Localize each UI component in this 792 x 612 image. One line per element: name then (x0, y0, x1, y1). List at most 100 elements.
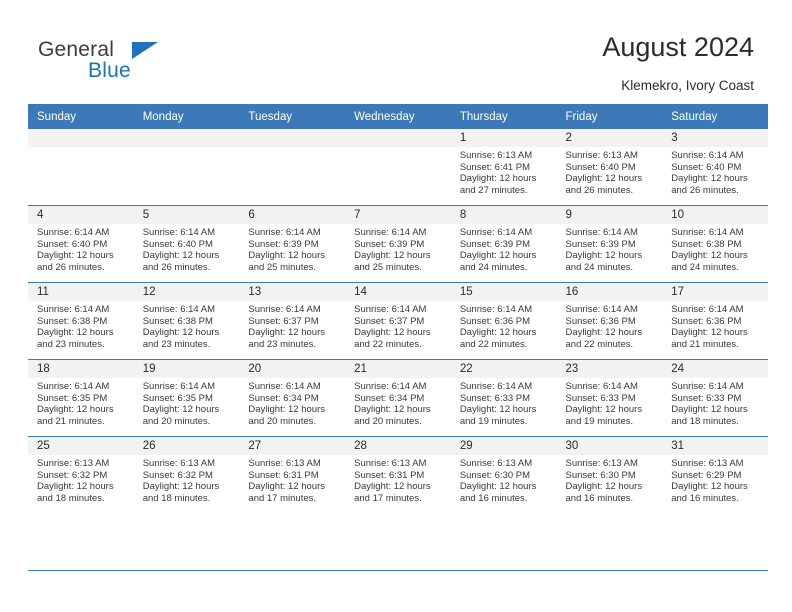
calendar-day-cell[interactable]: 23 Sunrise: 6:14 AM Sunset: 6:33 PM Dayligh… (556, 359, 663, 437)
daylight-text: Daylight: 12 hours (671, 250, 748, 262)
day-number: 18 (28, 360, 134, 378)
daylight-text: Daylight: 12 hours (459, 250, 537, 262)
day-number (133, 129, 240, 147)
daylight-text: Daylight: 12 hours (142, 404, 220, 416)
calendar-day-cell[interactable]: 6 Sunrise: 6:14 AM Sunset: 6:39 PM Daylight… (239, 205, 346, 283)
calendar-day-cell[interactable]: 15 Sunrise: 6:14 AM Sunset: 6:36 PM Dayligh… (450, 282, 557, 360)
day-details: Sunrise: 6:14 AM Sunset: 6:34 PM Daylight:… (239, 378, 345, 427)
calendar-day-cell[interactable]: 24 Sunrise: 6:14 AM Sunset: 6:33 PM Dayligh… (662, 359, 768, 437)
calendar-day-cell[interactable]: 4 Sunrise: 6:14 AM Sunset: 6:40 PM Daylight… (28, 205, 134, 283)
daylight-text: Daylight: 12 hours (354, 250, 431, 262)
sunset-text: Sunset: 6:33 PM (459, 392, 531, 404)
sunrise-text: Sunrise: 6:14 AM (354, 227, 427, 238)
daylight-text: Daylight: 12 hours (671, 173, 748, 185)
calendar-day-cell[interactable]: 27 Sunrise: 6:13 AM Sunset: 6:31 PM Dayligh… (239, 436, 346, 513)
daylight-text: Daylight: 12 hours (37, 250, 114, 262)
day-cell-inner: 29 Sunrise: 6:13 AM Sunset: 6:30 PM Dayligh… (450, 437, 557, 513)
calendar-day-cell[interactable]: 29 Sunrise: 6:13 AM Sunset: 6:30 PM Dayligh… (450, 436, 557, 513)
day-number: 15 (450, 283, 557, 301)
daylight-text: and 19 minutes. (565, 415, 634, 427)
sunrise-text: Sunrise: 6:14 AM (565, 304, 638, 315)
weekday-header-saturday: Saturday (662, 104, 768, 129)
day-cell-inner: 2 Sunrise: 6:13 AM Sunset: 6:40 PM Daylight… (556, 129, 663, 205)
daylight-text: Daylight: 12 hours (459, 327, 537, 339)
day-details: Sunrise: 6:14 AM Sunset: 6:40 PM Daylight:… (662, 147, 768, 196)
day-number: 4 (28, 206, 134, 224)
calendar-day-cell[interactable]: 2 Sunrise: 6:13 AM Sunset: 6:40 PM Daylight… (556, 129, 663, 206)
day-details: Sunrise: 6:13 AM Sunset: 6:32 PM Daylight:… (134, 455, 240, 504)
calendar-day-cell[interactable]: 12 Sunrise: 6:14 AM Sunset: 6:38 PM Dayligh… (133, 282, 240, 360)
daylight-text: and 21 minutes. (37, 415, 105, 427)
day-details: Sunrise: 6:13 AM Sunset: 6:30 PM Daylight:… (451, 455, 557, 504)
calendar-day-cell[interactable]: 9 Sunrise: 6:14 AM Sunset: 6:39 PM Daylight… (556, 205, 663, 283)
sunset-text: Sunset: 6:29 PM (671, 469, 742, 481)
calendar-day-cell[interactable]: 17 Sunrise: 6:14 AM Sunset: 6:36 PM Dayligh… (662, 282, 768, 360)
sunset-text: Sunset: 6:34 PM (248, 392, 319, 404)
day-number: 29 (450, 437, 557, 455)
day-details: Sunrise: 6:14 AM Sunset: 6:33 PM Daylight:… (662, 378, 768, 427)
calendar-day-cell[interactable]: 16 Sunrise: 6:14 AM Sunset: 6:36 PM Dayligh… (556, 282, 663, 360)
sunrise-text: Sunrise: 6:14 AM (671, 304, 744, 315)
daylight-text: Daylight: 12 hours (671, 327, 748, 339)
calendar-day-cell[interactable]: 19 Sunrise: 6:14 AM Sunset: 6:35 PM Dayligh… (133, 359, 240, 437)
sunset-text: Sunset: 6:30 PM (565, 469, 636, 481)
daylight-text: Daylight: 12 hours (248, 250, 325, 262)
daylight-text: and 26 minutes. (671, 184, 739, 196)
calendar-day-cell[interactable]: 22 Sunrise: 6:14 AM Sunset: 6:33 PM Dayligh… (450, 359, 557, 437)
daylight-text: Daylight: 12 hours (459, 404, 537, 416)
calendar-day-cell[interactable]: 13 Sunrise: 6:14 AM Sunset: 6:37 PM Dayligh… (239, 282, 346, 360)
sunrise-text: Sunrise: 6:14 AM (248, 227, 321, 238)
daylight-text: Daylight: 12 hours (248, 481, 325, 493)
daylight-text: and 20 minutes. (248, 415, 317, 427)
daylight-text: and 26 minutes. (37, 261, 105, 273)
sunset-text: Sunset: 6:40 PM (565, 161, 636, 173)
day-details: Sunrise: 6:13 AM Sunset: 6:31 PM Daylight:… (345, 455, 451, 504)
daylight-text: Daylight: 12 hours (565, 250, 643, 262)
daylight-text: Daylight: 12 hours (459, 173, 537, 185)
calendar-day-cell[interactable]: 26 Sunrise: 6:13 AM Sunset: 6:32 PM Dayligh… (133, 436, 240, 513)
sunset-text: Sunset: 6:34 PM (354, 392, 425, 404)
sunrise-text: Sunrise: 6:14 AM (565, 381, 638, 392)
day-number: 8 (450, 206, 557, 224)
triangle-icon (132, 42, 158, 59)
day-cell-inner: 19 Sunrise: 6:14 AM Sunset: 6:35 PM Dayligh… (133, 360, 240, 436)
calendar-day-cell[interactable]: 28 Sunrise: 6:13 AM Sunset: 6:31 PM Dayligh… (345, 436, 451, 513)
calendar-day-cell[interactable]: 20 Sunrise: 6:14 AM Sunset: 6:34 PM Dayligh… (239, 359, 346, 437)
sunset-text: Sunset: 6:32 PM (37, 469, 108, 481)
daylight-text: and 19 minutes. (459, 415, 528, 427)
day-cell-inner: 26 Sunrise: 6:13 AM Sunset: 6:32 PM Dayligh… (133, 437, 240, 513)
sunset-text: Sunset: 6:38 PM (37, 315, 108, 327)
sunrise-text: Sunrise: 6:14 AM (142, 381, 216, 392)
day-number: 21 (345, 360, 451, 378)
day-cell-inner: 24 Sunrise: 6:14 AM Sunset: 6:33 PM Dayligh… (662, 360, 768, 436)
day-details: Sunrise: 6:14 AM Sunset: 6:39 PM Daylight:… (451, 224, 557, 273)
sunset-text: Sunset: 6:38 PM (142, 315, 213, 327)
calendar-day-cell[interactable]: 18 Sunrise: 6:14 AM Sunset: 6:35 PM Dayligh… (28, 359, 134, 437)
sunset-text: Sunset: 6:31 PM (248, 469, 319, 481)
calendar-day-cell[interactable]: 8 Sunrise: 6:14 AM Sunset: 6:39 PM Daylight… (450, 205, 557, 283)
calendar-day-cell[interactable]: 10 Sunrise: 6:14 AM Sunset: 6:38 PM Dayligh… (662, 205, 768, 283)
calendar-day-cell[interactable]: 7 Sunrise: 6:14 AM Sunset: 6:39 PM Daylight… (345, 205, 451, 283)
calendar-day-cell[interactable]: 31 Sunrise: 6:13 AM Sunset: 6:29 PM Dayligh… (662, 436, 768, 513)
daylight-text: and 24 minutes. (459, 261, 528, 273)
calendar-day-cell[interactable]: 11 Sunrise: 6:14 AM Sunset: 6:38 PM Dayligh… (28, 282, 134, 360)
calendar-day-cell[interactable]: 21 Sunrise: 6:14 AM Sunset: 6:34 PM Dayligh… (345, 359, 451, 437)
calendar-day-cell[interactable]: 1 Sunrise: 6:13 AM Sunset: 6:41 PM Daylight… (450, 129, 557, 206)
day-cell-inner: 28 Sunrise: 6:13 AM Sunset: 6:31 PM Dayligh… (345, 437, 451, 513)
sunset-text: Sunset: 6:39 PM (248, 238, 319, 250)
day-cell-inner: 5 Sunrise: 6:14 AM Sunset: 6:40 PM Daylight… (133, 206, 240, 282)
day-cell-inner: 16 Sunrise: 6:14 AM Sunset: 6:36 PM Dayligh… (556, 283, 663, 359)
calendar-day-cell[interactable]: 25 Sunrise: 6:13 AM Sunset: 6:32 PM Dayligh… (28, 436, 134, 513)
daylight-text: and 18 minutes. (142, 492, 211, 504)
daylight-text: Daylight: 12 hours (37, 481, 114, 493)
day-details: Sunrise: 6:14 AM Sunset: 6:37 PM Daylight:… (345, 301, 451, 350)
brand-logo[interactable]: General Blue (38, 38, 268, 90)
day-details: Sunrise: 6:14 AM Sunset: 6:39 PM Daylight:… (557, 224, 663, 273)
calendar-day-cell[interactable]: 14 Sunrise: 6:14 AM Sunset: 6:37 PM Dayligh… (345, 282, 451, 360)
calendar-day-cell[interactable]: 5 Sunrise: 6:14 AM Sunset: 6:40 PM Daylight… (133, 205, 240, 283)
sunrise-text: Sunrise: 6:14 AM (248, 304, 321, 315)
daylight-text: and 16 minutes. (565, 492, 634, 504)
day-details: Sunrise: 6:14 AM Sunset: 6:36 PM Daylight:… (451, 301, 557, 350)
calendar-day-cell[interactable]: 3 Sunrise: 6:14 AM Sunset: 6:40 PM Daylight… (662, 129, 768, 206)
calendar-day-cell[interactable]: 30 Sunrise: 6:13 AM Sunset: 6:30 PM Dayligh… (556, 436, 663, 513)
